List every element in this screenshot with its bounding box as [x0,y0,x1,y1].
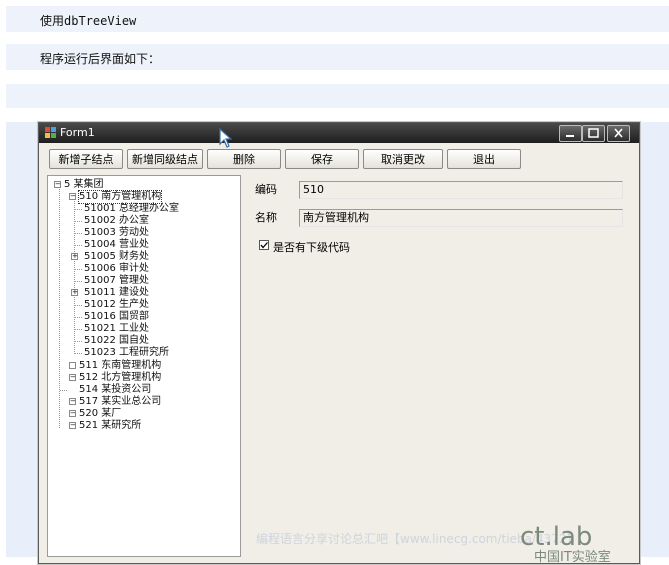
tree-node-label: 5 某集团 [64,179,104,190]
save-button[interactable]: 保存 [285,149,359,169]
collapse-icon[interactable]: − [54,181,61,188]
tree-node[interactable]: +51005 财务处 [71,251,149,263]
cancel-changes-button[interactable]: 取消更改 [363,149,443,169]
form-window: Form1 新增子结点 新增同级结点 删除 保存 取消更改 退出 − 5 某集团… [38,122,640,564]
tree-node[interactable]: 51012 生产处 [75,299,149,311]
tree-view[interactable]: − 5 某集团 − 510 南方管理机构 51001 总经理办公室 51002 … [47,175,241,557]
delete-button[interactable]: 删除 [207,149,281,169]
collapse-icon[interactable]: − [69,398,76,405]
expand-icon[interactable]: + [71,289,78,296]
tree-node[interactable]: 51007 管理处 [75,275,149,287]
doc-line-2-text: 程序运行后界面如下： [40,52,161,66]
tree-node[interactable]: 51002 办公室 [75,215,149,227]
app-icon [45,127,56,138]
tree-node[interactable]: 51004 营业处 [75,239,149,251]
toolbar: 新增子结点 新增同级结点 删除 保存 取消更改 退出 [39,145,639,171]
code-label: 编码 [255,183,277,196]
close-button[interactable] [607,125,630,142]
doc-line-2: 程序运行后界面如下： [6,44,669,70]
cursor-icon [219,128,233,148]
has-child-label: 是否有下级代码 [273,241,350,254]
minimize-icon [566,135,574,137]
title-bar[interactable]: Form1 [39,123,639,143]
tree-connector [59,186,60,428]
tree-node-label-selected: 510 南方管理机构 [77,190,163,204]
tree-node[interactable]: 51006 审计处 [75,263,149,275]
leaf-box-icon [69,362,76,369]
doc-line-1-code: dbTreeView [64,14,137,28]
doc-line-1: 使用dbTreeView [6,6,669,32]
tree-node[interactable]: 51003 劳动处 [75,227,149,239]
minimize-button[interactable] [559,125,582,142]
doc-blank-band [6,84,669,108]
expand-icon[interactable]: + [71,253,78,260]
add-child-node-button[interactable]: 新增子结点 [49,149,123,169]
tree-node[interactable]: 51001 总经理办公室 [75,203,179,215]
name-label: 名称 [255,211,277,224]
exit-button[interactable]: 退出 [447,149,521,169]
collapse-icon[interactable]: − [69,193,76,200]
doc-line-1-text: 使用 [40,14,65,28]
site-logo-subtitle: 中国IT实验室 [534,550,611,565]
name-field[interactable]: 南方管理机构 [299,209,623,227]
window-title: Form1 [60,126,95,139]
tree-node[interactable]: 51022 国自处 [75,335,149,347]
detail-panel: 编码 510 名称 南方管理机构 是否有下级代码 [243,175,631,555]
code-field[interactable]: 510 [299,181,623,199]
tree-node[interactable]: 51016 国贸部 [75,311,149,323]
add-sibling-node-button[interactable]: 新增同级结点 [127,149,203,169]
tree-node[interactable]: +51011 建设处 [71,287,149,299]
tree-node[interactable]: 51023 工程研究所 [75,347,169,359]
collapse-icon[interactable]: − [69,422,76,429]
maximize-button[interactable] [582,125,605,142]
close-icon [614,128,623,138]
collapse-icon[interactable]: − [69,374,76,381]
tree-node[interactable]: 51021 工业处 [75,323,149,335]
has-child-checkbox[interactable] [259,240,269,250]
maximize-icon [588,128,599,138]
check-icon [260,242,268,249]
collapse-icon[interactable]: − [69,410,76,417]
